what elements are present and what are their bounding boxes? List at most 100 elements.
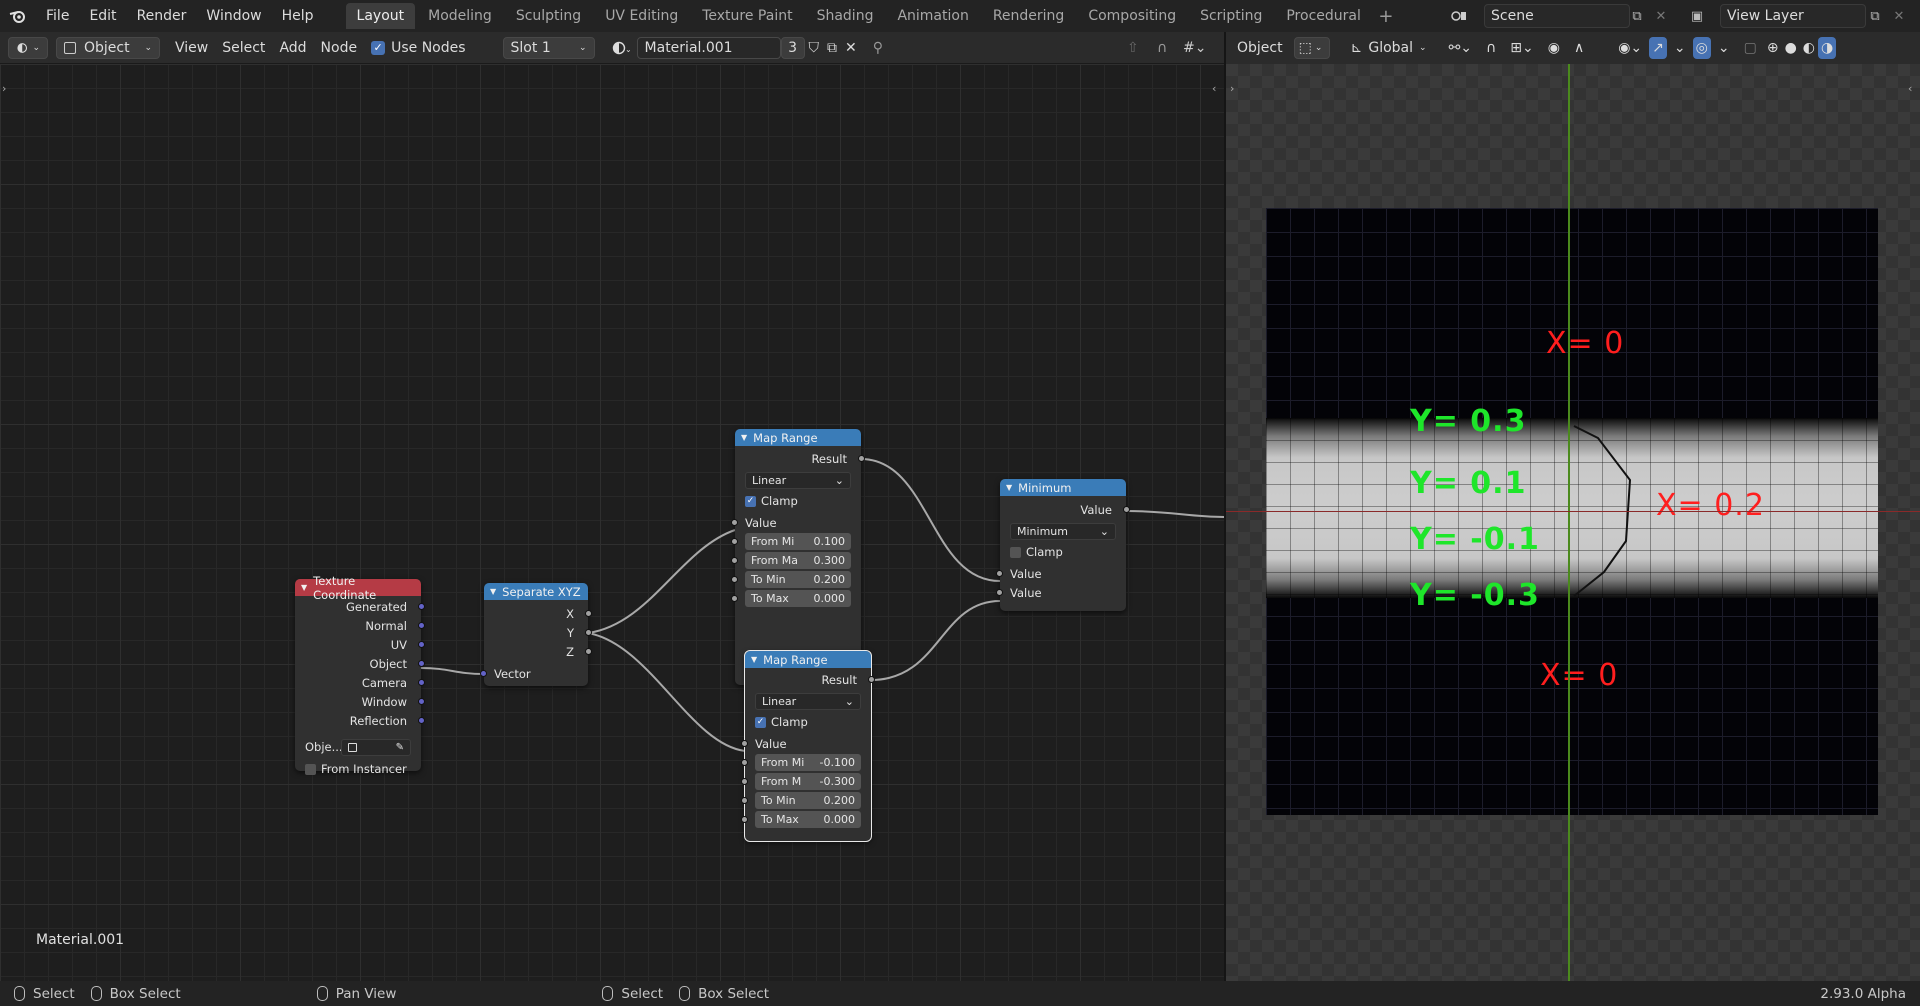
duplicate-material-icon[interactable]: ⧉	[823, 37, 841, 59]
use-nodes-toggle[interactable]: ✓ Use Nodes	[364, 37, 472, 59]
menu-window[interactable]: Window	[196, 0, 271, 32]
node-header[interactable]: ▼ Minimum	[1000, 479, 1126, 496]
to-max-socket[interactable]	[741, 816, 748, 823]
output-z-socket[interactable]	[585, 648, 592, 655]
to-min-field[interactable]: To Min 0.200	[755, 792, 861, 809]
tab-layout[interactable]: Layout	[345, 3, 416, 29]
node-menu[interactable]: Node	[314, 37, 365, 59]
collapse-arrow-icon[interactable]: ▼	[490, 587, 496, 596]
select-menu[interactable]: Select	[215, 37, 272, 59]
output-y-socket[interactable]	[585, 629, 592, 636]
from-max-socket[interactable]	[731, 557, 738, 564]
material-preview-icon[interactable]: ◐	[1800, 37, 1818, 59]
viewport-mode-dropdown[interactable]: Object	[1230, 37, 1290, 59]
node-texture-coordinate[interactable]: ▼ Texture Coordinate Generated Normal UV …	[295, 574, 425, 776]
operation-dropdown[interactable]: Minimum ⌄	[1010, 523, 1116, 540]
from-max-field[interactable]: From Ma 0.300	[745, 552, 851, 569]
node-editor-canvas[interactable]: › ‹ ▼ Texture Coordinate Generated Normal…	[0, 64, 1224, 981]
view-layer-selector-icon[interactable]: ▣	[1686, 5, 1708, 27]
scene-selector-icon[interactable]	[1448, 5, 1470, 27]
clamp-row[interactable]: ✓ Clamp	[745, 492, 798, 510]
3d-viewport[interactable]: X= 0 Y= 0.3 Y= 0.1 Y= -0.1 Y= -0.3 X= 0.…	[1226, 64, 1920, 981]
from-min-field[interactable]: From Mi -0.100	[755, 754, 861, 771]
delete-view-layer-icon[interactable]: ✕	[1888, 5, 1910, 27]
output-generated-socket[interactable]	[418, 603, 425, 610]
material-browse-icon[interactable]: ⌄	[605, 37, 637, 59]
unlink-material-icon[interactable]: ✕	[841, 37, 861, 59]
viewport-toolbar-expand-icon[interactable]: ›	[1230, 82, 1234, 95]
menu-render[interactable]: Render	[127, 0, 197, 32]
to-min-socket[interactable]	[731, 576, 738, 583]
output-normal-socket[interactable]	[418, 622, 425, 629]
output-camera-socket[interactable]	[418, 679, 425, 686]
gizmo-icon[interactable]: ↗	[1649, 37, 1667, 59]
object-picker-field[interactable]: ✎	[341, 739, 411, 756]
new-scene-icon[interactable]: ⧉	[1626, 5, 1648, 27]
wireframe-shading-icon[interactable]: ⊕	[1764, 37, 1782, 59]
menu-help[interactable]: Help	[272, 0, 324, 32]
tab-animation[interactable]: Animation	[886, 3, 979, 29]
collapse-arrow-icon[interactable]: ▼	[301, 583, 307, 592]
output-object-socket[interactable]	[418, 660, 425, 667]
node-minimum[interactable]: ▼ Minimum Value Minimum ⌄ Clamp Value Valu…	[996, 479, 1130, 611]
node-header[interactable]: ▼ Map Range	[735, 429, 861, 446]
view-menu[interactable]: View	[168, 37, 215, 59]
input-vector-socket[interactable]	[480, 670, 487, 677]
to-min-socket[interactable]	[741, 797, 748, 804]
tab-modeling[interactable]: Modeling	[417, 3, 503, 29]
menu-file[interactable]: File	[36, 0, 79, 32]
parent-node-tree-icon[interactable]: ⇧	[1120, 37, 1146, 59]
scene-name-field[interactable]: Scene	[1484, 4, 1630, 28]
rendered-shading-icon[interactable]: ◑	[1818, 37, 1837, 59]
tab-scripting[interactable]: Scripting	[1189, 3, 1273, 29]
editor-type-selector[interactable]: ⌄	[8, 36, 48, 59]
node-separate-xyz[interactable]: ▼ Separate XYZ X Y Z Vector	[480, 583, 592, 686]
fake-user-shield-icon[interactable]: ⛉	[805, 37, 824, 59]
tab-shading[interactable]: Shading	[806, 3, 885, 29]
interpolation-dropdown[interactable]: Linear ⌄	[755, 693, 861, 710]
output-window-socket[interactable]	[418, 698, 425, 705]
tab-rendering[interactable]: Rendering	[982, 3, 1076, 29]
clamp-row[interactable]: Clamp	[1010, 543, 1063, 561]
to-min-field[interactable]: To Min 0.200	[745, 571, 851, 588]
node-map-range-2[interactable]: ▼ Map Range Result Linear ⌄ ✓ Clamp Value …	[741, 650, 875, 842]
from-instancer-row[interactable]: From Instancer	[305, 760, 407, 778]
node-header[interactable]: ▼ Map Range	[745, 651, 871, 668]
add-workspace-icon[interactable]: +	[1374, 6, 1398, 27]
input-value-socket[interactable]	[731, 519, 738, 526]
to-max-socket[interactable]	[731, 595, 738, 602]
clamp-checkbox[interactable]: ✓	[745, 495, 756, 507]
material-users-count[interactable]: 3	[780, 36, 805, 59]
to-max-field[interactable]: To Max 0.000	[755, 811, 861, 828]
collapse-arrow-icon[interactable]: ▼	[1006, 483, 1012, 492]
from-min-field[interactable]: From Mi 0.100	[745, 533, 851, 550]
node-map-range-1[interactable]: ▼ Map Range Result Linear ⌄ ✓ Clamp Value …	[731, 429, 865, 685]
viewport-sidebar-expand-icon[interactable]: ‹	[1908, 82, 1912, 95]
tab-compositing[interactable]: Compositing	[1077, 3, 1187, 29]
visibility-eye-icon[interactable]: ◉⌄	[1611, 37, 1649, 59]
view-layer-field[interactable]: View Layer	[1720, 4, 1866, 28]
node-header[interactable]: ▼ Texture Coordinate	[295, 574, 421, 602]
delete-scene-icon[interactable]: ✕	[1650, 5, 1672, 27]
output-value-socket[interactable]	[1123, 506, 1130, 513]
from-min-socket[interactable]	[731, 538, 738, 545]
new-view-layer-icon[interactable]: ⧉	[1864, 5, 1886, 27]
to-max-field[interactable]: To Max 0.000	[745, 590, 851, 607]
interpolation-dropdown[interactable]: Linear ⌄	[745, 472, 851, 489]
input-value-socket[interactable]	[741, 740, 748, 747]
transform-orientation-dropdown[interactable]: ⊾ Global ⌄	[1344, 37, 1434, 59]
material-name-field[interactable]: Material.001	[636, 36, 781, 59]
tab-uv-editing[interactable]: UV Editing	[594, 3, 689, 29]
output-uv-socket[interactable]	[418, 641, 425, 648]
from-instancer-checkbox[interactable]	[305, 763, 316, 775]
output-result-socket[interactable]	[858, 455, 865, 462]
node-header[interactable]: ▼ Separate XYZ	[484, 583, 588, 600]
collapse-arrow-icon[interactable]: ▼	[741, 433, 747, 442]
from-min-socket[interactable]	[741, 759, 748, 766]
snap-icon[interactable]: ∩	[1479, 37, 1503, 59]
output-result-socket[interactable]	[868, 676, 875, 683]
from-max-field[interactable]: From M -0.300	[755, 773, 861, 790]
snap-grid-icon[interactable]: #⌄	[1176, 37, 1213, 59]
use-nodes-checkbox[interactable]: ✓	[371, 40, 386, 55]
pivot-point-icon[interactable]: ⚯⌄	[1442, 37, 1479, 59]
